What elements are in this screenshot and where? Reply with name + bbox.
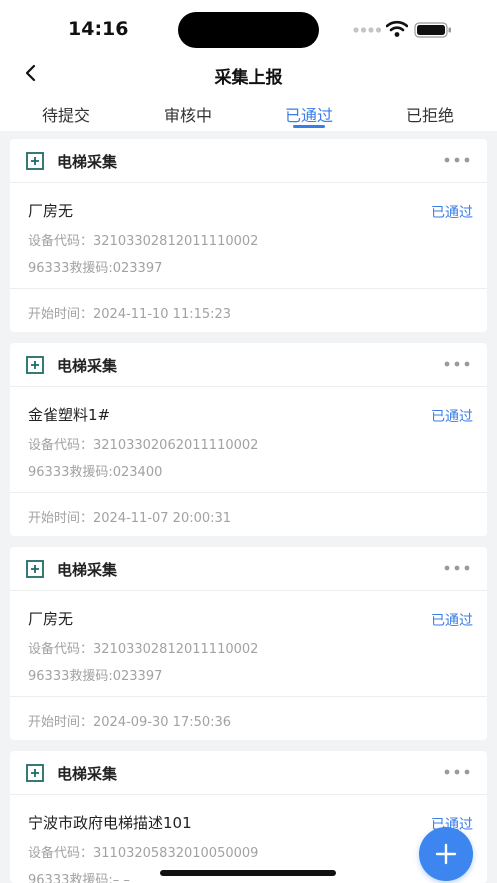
plus-box-icon xyxy=(26,560,44,578)
header-area: 14:16 采集上报 待提交 审核中 已通过 已拒绝 xyxy=(0,0,497,131)
card-title: 电梯采集 xyxy=(57,357,118,375)
record-card[interactable]: 电梯采集 宁波市政府电梯描述101 已通过 设备代码：3110320583201… xyxy=(10,751,487,883)
battery-icon xyxy=(414,22,451,38)
plus-box-icon xyxy=(26,356,44,374)
tab-reviewing[interactable]: 审核中 xyxy=(128,102,248,126)
card-title: 电梯采集 xyxy=(57,153,118,171)
card-footer: 开始时间：2024-11-10 11:15:23 xyxy=(10,288,487,332)
plus-box-icon xyxy=(26,764,44,782)
more-dots-icon[interactable] xyxy=(443,561,471,575)
more-dots-icon[interactable] xyxy=(443,153,471,167)
plus-box-icon xyxy=(26,152,44,170)
elevator-name: 金雀塑料1# xyxy=(28,406,111,424)
status-badge: 已通过 xyxy=(431,205,473,221)
card-title: 电梯采集 xyxy=(57,765,118,783)
more-dots-icon[interactable] xyxy=(443,765,471,779)
device-code: 设备代码：32103302062011110002 xyxy=(28,438,259,453)
plus-icon xyxy=(435,843,457,865)
card-header: 电梯采集 xyxy=(10,751,487,795)
page-title: 采集上报 xyxy=(214,68,283,88)
rescue-code: 96333救援码:023397 xyxy=(28,261,163,276)
navigation-bar: 采集上报 xyxy=(0,56,497,92)
card-header: 电梯采集 xyxy=(10,139,487,183)
card-header: 电梯采集 xyxy=(10,343,487,387)
active-tab-indicator xyxy=(293,125,325,128)
elevator-name: 厂房无 xyxy=(28,610,74,628)
record-card[interactable]: 电梯采集 厂房无 已通过 设备代码：32103302812011110002 9… xyxy=(10,139,487,332)
tab-approved[interactable]: 已通过 xyxy=(249,102,369,126)
tab-rejected[interactable]: 已拒绝 xyxy=(370,102,490,126)
elevator-name: 宁波市政府电梯描述101 xyxy=(28,814,192,832)
start-time: 开始时间：2024-09-30 17:50:36 xyxy=(28,715,232,730)
device-code: 设备代码：31103205832010050009 xyxy=(28,846,259,861)
record-card[interactable]: 电梯采集 厂房无 已通过 设备代码：32103302812011110002 9… xyxy=(10,547,487,740)
card-title: 电梯采集 xyxy=(57,561,118,579)
elevator-name: 厂房无 xyxy=(28,202,74,220)
device-code: 设备代码：32103302812011110002 xyxy=(28,642,259,657)
signal-icon xyxy=(353,27,382,33)
device-code: 设备代码：32103302812011110002 xyxy=(28,234,259,249)
home-indicator xyxy=(160,870,336,876)
dynamic-island xyxy=(178,12,319,48)
status-tabs: 待提交 审核中 已通过 已拒绝 xyxy=(0,96,497,131)
more-dots-icon[interactable] xyxy=(443,357,471,371)
start-time: 开始时间：2024-11-10 11:15:23 xyxy=(28,307,232,322)
start-time: 开始时间：2024-11-07 20:00:31 xyxy=(28,511,232,526)
status-bar: 14:16 xyxy=(0,0,497,60)
status-time: 14:16 xyxy=(68,18,129,40)
card-header: 电梯采集 xyxy=(10,547,487,591)
status-badge: 已通过 xyxy=(431,613,473,629)
rescue-code: 96333救援码:– – xyxy=(28,873,130,883)
tab-pending[interactable]: 待提交 xyxy=(6,102,126,126)
rescue-code: 96333救援码:023400 xyxy=(28,465,163,480)
add-button[interactable] xyxy=(419,827,473,881)
wifi-icon xyxy=(386,20,408,37)
status-badge: 已通过 xyxy=(431,409,473,425)
rescue-code: 96333救援码:023397 xyxy=(28,669,163,684)
card-footer: 开始时间：2024-11-07 20:00:31 xyxy=(10,492,487,536)
card-footer: 开始时间：2024-09-30 17:50:36 xyxy=(10,696,487,740)
record-card[interactable]: 电梯采集 金雀塑料1# 已通过 设备代码：3210330206201111000… xyxy=(10,343,487,536)
